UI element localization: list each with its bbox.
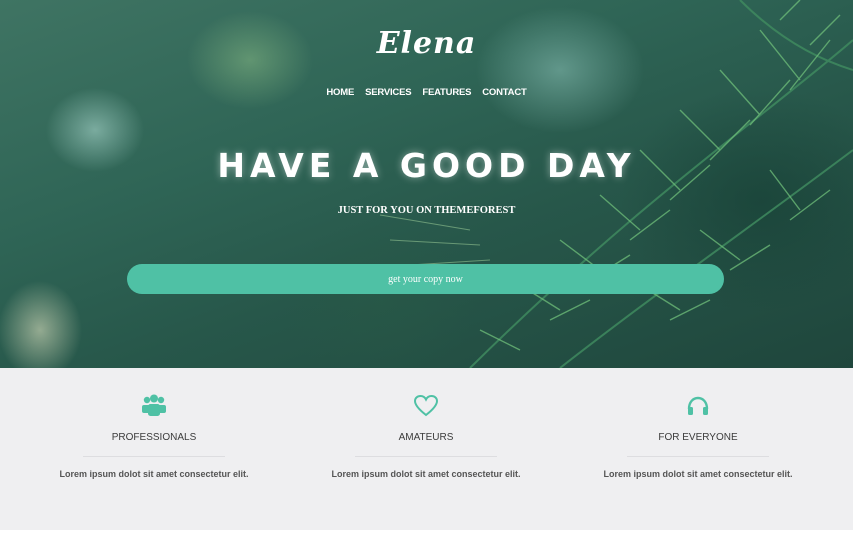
hero-headline: HAVE A GOOD DAY xyxy=(217,146,636,185)
logo[interactable]: Elena xyxy=(0,26,853,61)
feature-title: AMATEURS xyxy=(398,432,454,443)
heart-icon xyxy=(326,394,526,420)
nav-item-home[interactable]: HOME xyxy=(326,87,354,98)
headphones-icon xyxy=(598,394,798,420)
feature-description: Lorem ipsum dolot sit amet consectetur e… xyxy=(59,469,249,479)
feature-title: FOR EVERYONE xyxy=(658,432,738,443)
divider xyxy=(83,456,225,457)
hero-subheadline: JUST FOR YOU ON THEMEFOREST xyxy=(337,205,516,216)
get-copy-button[interactable]: get your copy now xyxy=(127,264,724,294)
nav-item-services[interactable]: SERVICES xyxy=(365,87,411,98)
hero-section: Elena HOME SERVICES FEATURES CONTACT HAV… xyxy=(0,0,853,368)
feature-description: Lorem ipsum dolot sit amet consectetur e… xyxy=(603,469,793,479)
page-bottom xyxy=(0,530,853,544)
divider xyxy=(355,456,497,457)
divider xyxy=(627,456,769,457)
feature-description: Lorem ipsum dolot sit amet consectetur e… xyxy=(331,469,521,479)
feature-title: PROFESSIONALS xyxy=(111,432,197,443)
users-icon xyxy=(54,394,254,420)
nav-item-contact[interactable]: CONTACT xyxy=(482,87,527,98)
main-nav: HOME SERVICES FEATURES CONTACT xyxy=(0,87,853,98)
features-section: PROFESSIONALS Lorem ipsum dolot sit amet… xyxy=(0,368,853,530)
nav-item-features[interactable]: FEATURES xyxy=(422,87,471,98)
